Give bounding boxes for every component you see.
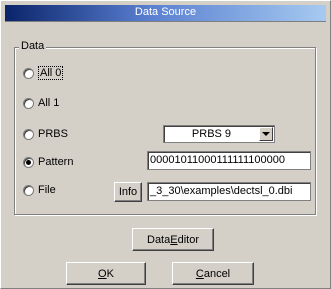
- dropdown-button[interactable]: [259, 127, 273, 141]
- ok-label-suffix: K: [106, 267, 114, 280]
- radio-pattern-label: Pattern: [38, 156, 74, 168]
- radio-all1-button[interactable]: [23, 97, 34, 109]
- title-bar[interactable]: Data Source: [5, 5, 326, 22]
- radio-file[interactable]: File: [23, 184, 56, 196]
- window-title: Data Source: [134, 6, 197, 18]
- data-editor-mnemonic: E: [170, 233, 178, 246]
- cancel-label-suffix: ancel: [203, 267, 231, 280]
- chevron-down-icon: [262, 132, 270, 136]
- radio-pattern-button[interactable]: [23, 156, 34, 168]
- ok-button[interactable]: OK: [66, 262, 146, 285]
- radio-file-button[interactable]: [23, 184, 34, 196]
- radio-all1[interactable]: All 1: [23, 97, 59, 109]
- radio-all0-button[interactable]: [23, 67, 34, 79]
- radio-prbs-label: PRBS: [38, 128, 68, 140]
- file-path-input[interactable]: _3_30\examples\dectsl_0.dbi: [147, 182, 311, 201]
- cancel-mnemonic: C: [195, 267, 204, 280]
- data-editor-button[interactable]: Data Editor: [132, 228, 214, 251]
- radio-pattern[interactable]: Pattern: [23, 156, 73, 168]
- radio-all0[interactable]: All 0: [23, 66, 64, 80]
- radio-file-label: File: [38, 184, 56, 196]
- prbs-select[interactable]: PRBS 9: [163, 125, 275, 143]
- radio-prbs-button[interactable]: [23, 128, 34, 140]
- radio-prbs[interactable]: PRBS: [23, 128, 68, 140]
- cancel-button[interactable]: Cancel: [172, 262, 254, 285]
- data-source-dialog: Data Source Data All 0 All 1 PRBS Patter…: [0, 0, 331, 289]
- data-group-label: Data: [19, 40, 47, 52]
- data-editor-label-suffix: ditor: [177, 233, 199, 246]
- info-button[interactable]: Info: [114, 182, 142, 202]
- radio-all0-label: All 0: [38, 66, 64, 80]
- prbs-select-value: PRBS 9: [191, 128, 232, 140]
- data-editor-label-prefix: Data: [147, 233, 171, 246]
- radio-all1-label: All 1: [38, 97, 60, 109]
- ok-mnemonic: O: [98, 267, 107, 280]
- pattern-input[interactable]: 00001011000111111100000: [147, 151, 311, 170]
